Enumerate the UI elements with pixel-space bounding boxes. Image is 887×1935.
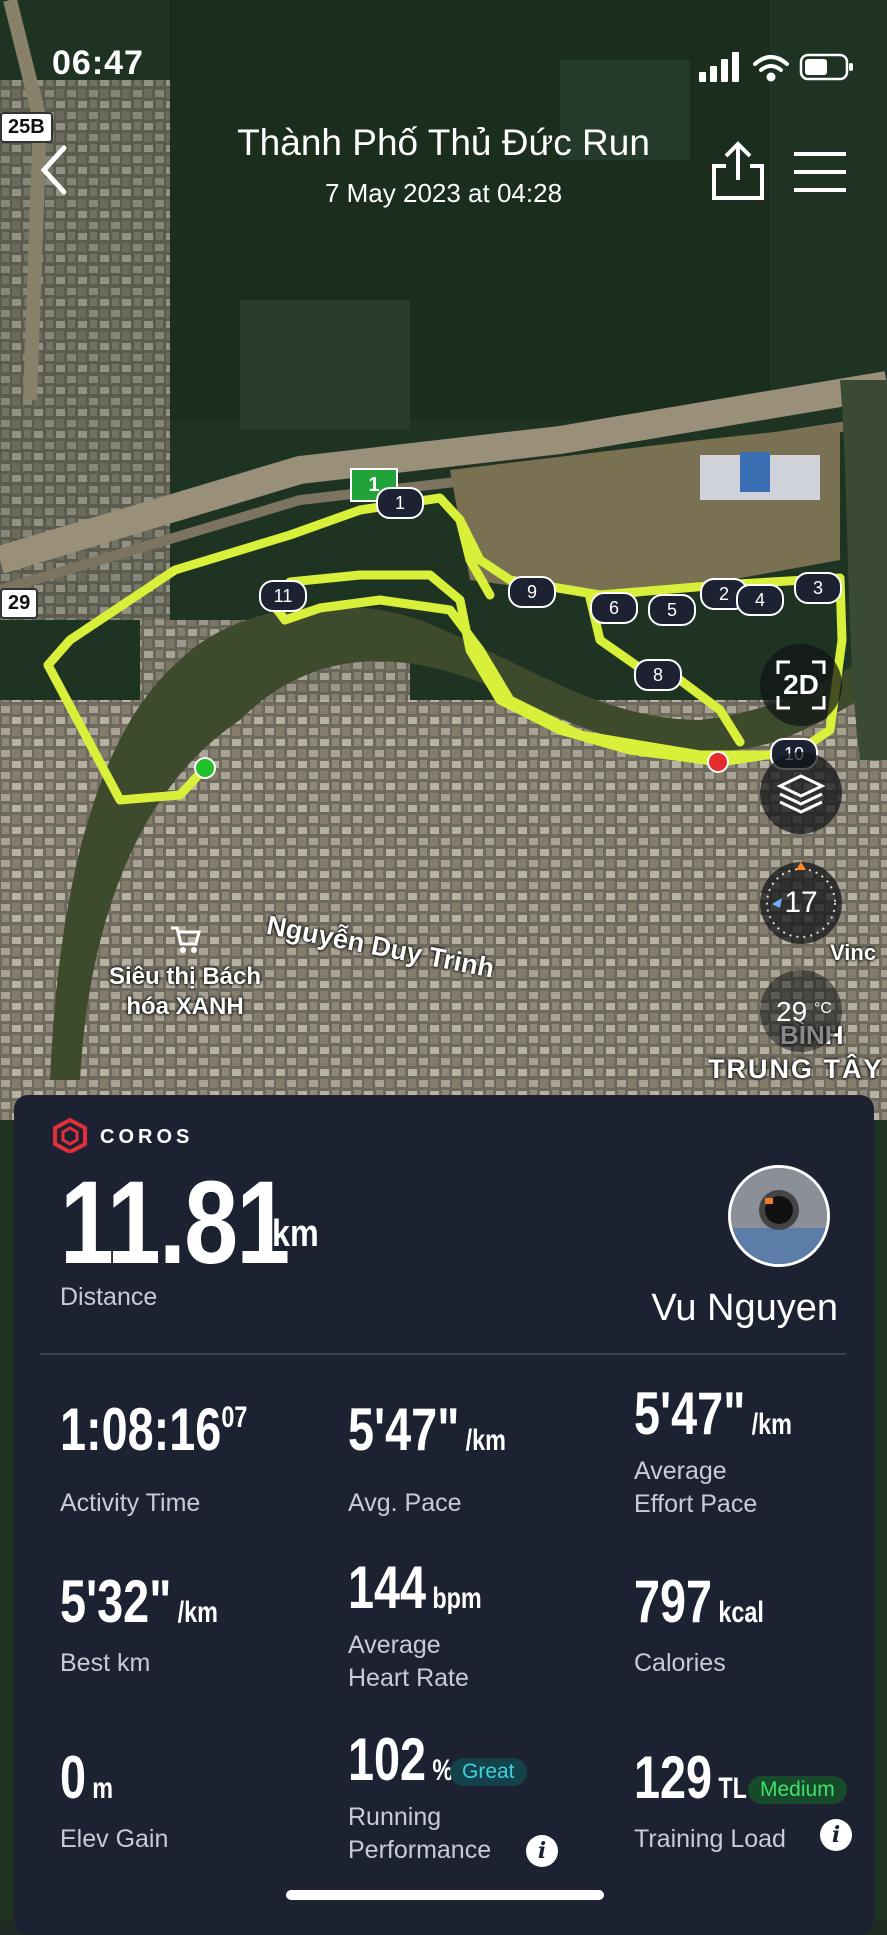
brand-name: COROS (100, 1126, 194, 1148)
distance-unit: km (272, 1213, 319, 1255)
km-marker[interactable]: 6 (590, 592, 638, 624)
km-marker[interactable]: 8 (634, 659, 682, 691)
coros-logo-icon (53, 1117, 87, 1153)
avatar[interactable] (728, 1165, 830, 1267)
km-marker[interactable]: 11 (259, 580, 307, 612)
activity-time-stat: 1:08:1607 (60, 1396, 248, 1463)
training-load-badge: Medium (748, 1776, 847, 1804)
km-marker[interactable]: 3 (794, 572, 842, 604)
calories-stat: 797 kcal (634, 1568, 764, 1635)
battery-icon (799, 53, 853, 81)
wifi-icon (753, 55, 789, 82)
signal-icon (699, 52, 739, 82)
distance-label: Distance (60, 1283, 158, 1311)
effort-pace-stat: 5'47"/km (634, 1380, 792, 1447)
view-2d-button[interactable]: 2D (760, 644, 842, 726)
running-performance-label-1: Running (348, 1803, 442, 1831)
heart-rate-label-2: Heart Rate (348, 1664, 469, 1692)
avg-pace-label: Avg. Pace (348, 1489, 462, 1517)
status-icons (699, 50, 859, 84)
summary-card: COROS 11.81 km Distance Vu Nguyen 1:08:1… (14, 1095, 874, 1935)
temperature-value: 29 (776, 996, 808, 1027)
finish-marker (707, 751, 729, 773)
menu-button[interactable] (790, 148, 850, 196)
road-badge-29: 29 (0, 588, 39, 619)
training-load-info-icon[interactable]: i (820, 1819, 852, 1851)
effort-pace-label-1: Average (634, 1457, 727, 1485)
divider (40, 1353, 846, 1355)
athlete-name: Vu Nguyen (651, 1287, 838, 1329)
km-marker[interactable]: 9 (508, 576, 556, 608)
activity-time-label: Activity Time (60, 1489, 201, 1517)
share-icon (712, 141, 764, 200)
training-load-label: Training Load (634, 1825, 786, 1853)
status-bar: 06:47 (0, 0, 887, 120)
compass[interactable]: 17 (760, 862, 842, 944)
km-marker[interactable]: 5 (648, 594, 696, 626)
map-layers-button[interactable] (760, 752, 842, 834)
heart-rate-stat: 144 bpm (348, 1554, 482, 1621)
avg-pace-stat: 5'47"/km (348, 1396, 506, 1463)
running-performance-label-2: Performance (348, 1836, 492, 1864)
km-marker[interactable]: 4 (736, 584, 784, 616)
layers-icon (776, 774, 826, 814)
elev-gain-label: Elev Gain (60, 1825, 169, 1853)
start-marker (194, 757, 216, 779)
performance-info-icon[interactable]: i (526, 1835, 558, 1867)
distance-value: 11.81 (60, 1157, 290, 1289)
effort-pace-label-2: Effort Pace (634, 1490, 758, 1518)
running-performance-stat: 102% (348, 1726, 454, 1793)
heart-rate-label-1: Average (348, 1631, 441, 1659)
area-label-line2: TRUNG TÂY (708, 1054, 884, 1084)
hamburger-icon (794, 152, 846, 192)
shopping-cart-icon (168, 922, 202, 956)
clock: 06:47 (52, 44, 144, 82)
performance-badge: Great (450, 1758, 527, 1786)
best-km-stat: 5'32"/km (60, 1568, 218, 1635)
poi-label: Siêu thị Bách hóa XANH (108, 963, 262, 1020)
calories-label: Calories (634, 1649, 726, 1677)
compass-value: 17 (784, 886, 818, 919)
home-indicator[interactable] (286, 1890, 604, 1900)
best-km-label: Best km (60, 1649, 151, 1677)
elev-gain-stat: 0m (60, 1744, 114, 1811)
view-2d-label: 2D (783, 669, 819, 700)
training-load-stat: 129 TL (634, 1744, 747, 1811)
weather-badge: 29 °C (760, 970, 842, 1052)
km-marker[interactable]: 1 (376, 487, 424, 519)
temperature-unit: °C (814, 1000, 832, 1017)
share-button[interactable] (706, 140, 770, 204)
